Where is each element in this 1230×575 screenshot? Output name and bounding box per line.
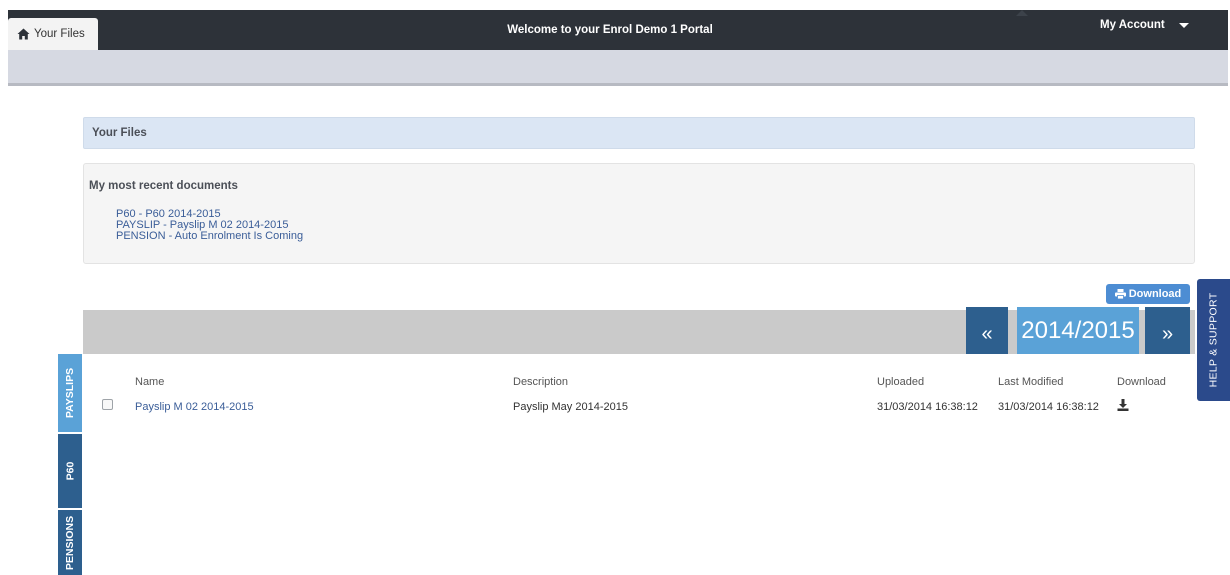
column-header-description[interactable]: Description: [513, 376, 568, 388]
chevron-down-icon: [1178, 22, 1189, 28]
p60-tab-label: P60: [64, 461, 76, 481]
previous-year-button[interactable]: «: [966, 307, 1008, 354]
year-label: 2014/2015: [1017, 307, 1139, 354]
file-name-link[interactable]: Payslip M 02 2014-2015: [135, 401, 254, 413]
download-icon[interactable]: [1117, 399, 1129, 411]
row-checkbox[interactable]: [102, 399, 113, 410]
your-files-tab[interactable]: Your Files: [8, 18, 98, 50]
your-files-tab-label: Your Files: [34, 28, 85, 40]
section-header: Your Files: [83, 117, 1195, 149]
file-uploaded: 31/03/2014 16:38:12: [877, 401, 978, 413]
caret-up-icon: [1016, 10, 1028, 16]
help-support-tab[interactable]: HELP & SUPPORT: [1197, 279, 1230, 401]
file-last-modified: 31/03/2014 16:38:12: [998, 401, 1099, 413]
recent-document-link[interactable]: PENSION - Auto Enrolment Is Coming: [116, 231, 303, 242]
p60-tab[interactable]: P60: [58, 434, 82, 508]
column-header-last-modified[interactable]: Last Modified: [998, 376, 1063, 388]
pensions-tab[interactable]: PENSIONS: [58, 510, 82, 575]
my-account-label: My Account: [1100, 19, 1165, 31]
download-button-label: Download: [1128, 288, 1182, 300]
column-header-download: Download: [1117, 376, 1166, 388]
sub-navbar: [8, 50, 1228, 86]
payslips-tab[interactable]: PAYSLIPS: [58, 354, 82, 432]
column-header-name[interactable]: Name: [135, 376, 164, 388]
payslips-tab-label: PAYSLIPS: [64, 367, 77, 419]
portal-title: Welcome to your Enrol Demo 1 Portal: [507, 24, 713, 36]
print-icon: [1114, 289, 1126, 299]
file-description: Payslip May 2014-2015: [513, 401, 628, 413]
recent-documents-list: P60 - P60 2014-2015 PAYSLIP - Payslip M …: [116, 209, 303, 242]
home-icon: [17, 28, 30, 40]
my-account-menu[interactable]: My Account: [1100, 10, 1189, 40]
download-button[interactable]: Download: [1106, 284, 1190, 304]
column-header-uploaded[interactable]: Uploaded: [877, 376, 924, 388]
next-year-button[interactable]: »: [1145, 307, 1190, 354]
pensions-tab-label: PENSIONS: [64, 515, 77, 570]
help-support-label: HELP & SUPPORT: [1207, 292, 1220, 388]
recent-documents-title: My most recent documents: [89, 180, 238, 192]
recent-documents-panel: My most recent documents P60 - P60 2014-…: [83, 163, 1195, 264]
